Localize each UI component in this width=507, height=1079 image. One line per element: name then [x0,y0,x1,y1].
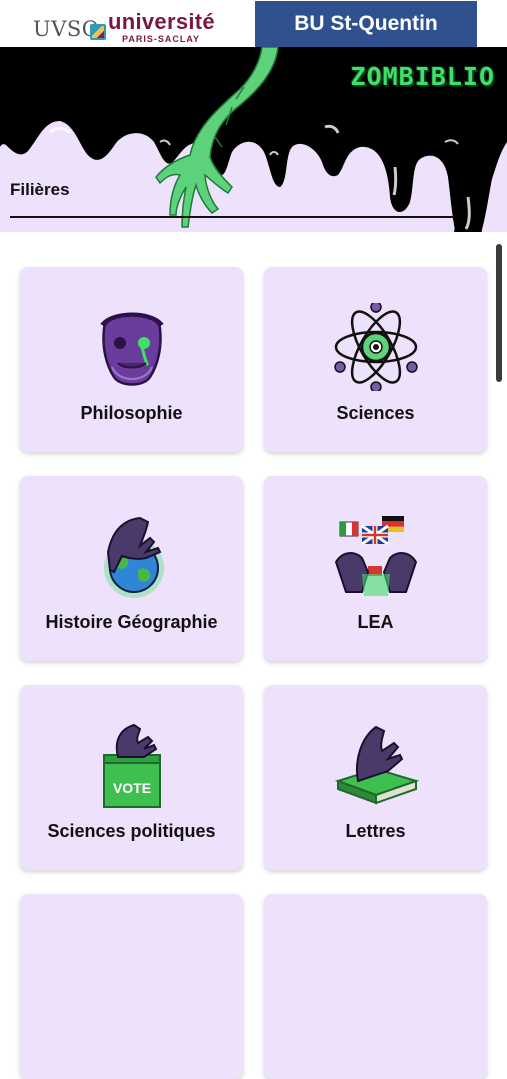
zombiblio-brand-logo: ZOMBIBLIO [350,62,495,91]
zombie-hand-book-icon [334,725,419,805]
library-bu-st-quentin-button[interactable]: BU St-Quentin [255,1,477,47]
card-partial[interactable] [20,894,243,1079]
logo-paris-saclay-text: PARIS-SACLAY [122,34,201,44]
zombie-hand-ballot-box-icon: VOTE [102,723,161,808]
card-histoire-geographie[interactable]: Histoire Géographie [20,476,243,661]
card-label: Philosophie [80,403,183,423]
zombie-hands-flags-icon [334,516,417,596]
zombie-philosopher-bust-icon [99,312,164,386]
filieres-section-title: Filières [10,180,70,199]
logo-universite-text: université [108,9,215,34]
top-bar: UVSQ université PARIS-SACLAY BU St-Quent… [0,0,507,47]
section-title-underline [10,216,454,218]
card-label: Histoire Géographie [45,612,218,632]
card-sciences-politiques[interactable]: VOTE Sciences politiques [20,685,243,870]
card-philosophie[interactable]: Philosophie [20,267,243,452]
card-sciences[interactable]: Sciences [264,267,487,452]
atom-eyeball-icon [333,303,418,391]
card-label: Lettres [345,821,406,841]
card-label: Sciences politiques [47,821,216,841]
card-partial[interactable] [264,894,487,1079]
card-lea[interactable]: LEA [264,476,487,661]
university-logo[interactable]: UVSQ université PARIS-SACLAY [30,6,220,44]
vertical-scrollbar[interactable] [496,244,502,382]
card-lettres[interactable]: Lettres [264,685,487,870]
logo-square-icon [90,24,106,40]
zombiblio-banner: ZOMBIBLIO Filières [0,47,507,232]
zombie-hand-globe-icon [103,516,164,598]
filieres-grid: Philosophie Sciences Histoire Géographie [0,232,507,1079]
card-label: Sciences [336,403,415,423]
card-label: LEA [357,612,394,632]
ballot-vote-text: VOTE [112,780,150,796]
